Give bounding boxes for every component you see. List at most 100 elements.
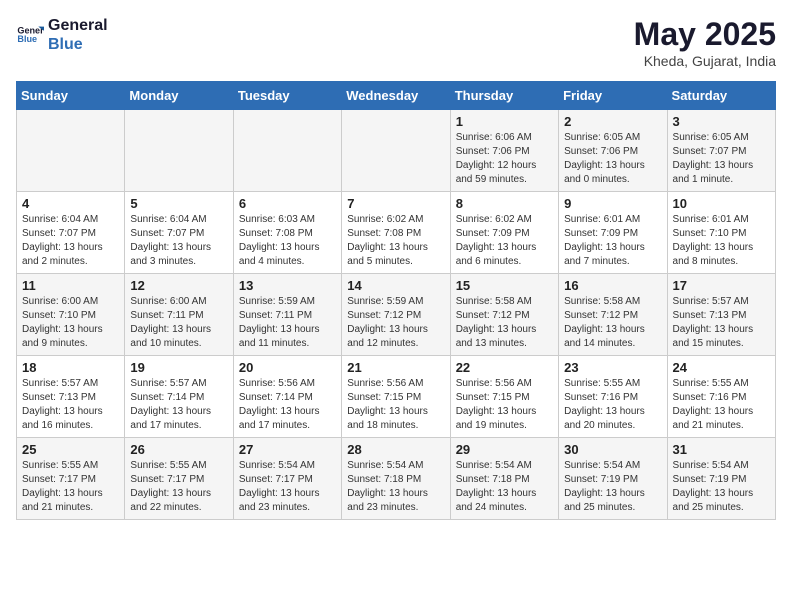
day-number: 5 (130, 196, 227, 211)
calendar-cell: 15 Sunrise: 5:58 AM Sunset: 7:12 PM Dayli… (450, 274, 558, 356)
day-info: Sunrise: 6:02 AM Sunset: 7:09 PM Dayligh… (456, 213, 553, 269)
day-info: Sunrise: 5:56 AM Sunset: 7:14 PM Dayligh… (239, 377, 336, 433)
calendar-cell: 9 Sunrise: 6:01 AM Sunset: 7:09 PM Daylig… (559, 192, 667, 274)
day-info: Sunrise: 6:05 AM Sunset: 7:07 PM Dayligh… (673, 131, 770, 187)
day-info: Sunrise: 5:56 AM Sunset: 7:15 PM Dayligh… (456, 377, 553, 433)
week-row-5: 25Sunrise: 5:55 AM Sunset: 7:17 PM Dayli… (17, 438, 776, 520)
week-row-4: 18 Sunrise: 5:57 AM Sunset: 7:13 PM Dayli… (17, 356, 776, 438)
calendar-cell: 8 Sunrise: 6:02 AM Sunset: 7:09 PM Daylig… (450, 192, 558, 274)
calendar-table: SundayMondayTuesdayWednesdayThursdayFrid… (16, 81, 776, 520)
day-number: 2 (564, 114, 661, 129)
calendar-cell: 17 Sunrise: 5:57 AM Sunset: 7:13 PM Dayli… (667, 274, 775, 356)
day-info: Sunrise: 6:04 AM Sunset: 7:07 PM Dayligh… (130, 213, 227, 269)
calendar-cell: 4 Sunrise: 6:04 AM Sunset: 7:07 PM Daylig… (17, 192, 125, 274)
day-info: Sunrise: 6:00 AM Sunset: 7:11 PM Dayligh… (130, 295, 227, 351)
day-number: 20 (239, 360, 336, 375)
calendar-cell (233, 110, 341, 192)
location: Kheda, Gujarat, India (634, 53, 776, 69)
calendar-cell: 25Sunrise: 5:55 AM Sunset: 7:17 PM Dayli… (17, 438, 125, 520)
day-info: Sunrise: 5:57 AM Sunset: 7:14 PM Dayligh… (130, 377, 227, 433)
day-number: 22 (456, 360, 553, 375)
calendar-cell: 12 Sunrise: 6:00 AM Sunset: 7:11 PM Dayli… (125, 274, 233, 356)
day-info: Sunrise: 5:58 AM Sunset: 7:12 PM Dayligh… (564, 295, 661, 351)
day-info: Sunrise: 5:56 AM Sunset: 7:15 PM Dayligh… (347, 377, 444, 433)
day-number: 28 (347, 442, 444, 457)
day-info: Sunrise: 6:01 AM Sunset: 7:09 PM Dayligh… (564, 213, 661, 269)
logo: General Blue General Blue (16, 16, 108, 54)
calendar-cell: 13Sunrise: 5:59 AM Sunset: 7:11 PM Dayli… (233, 274, 341, 356)
calendar-cell: 3Sunrise: 6:05 AM Sunset: 7:07 PM Daylig… (667, 110, 775, 192)
day-info: Sunrise: 6:04 AM Sunset: 7:07 PM Dayligh… (22, 213, 119, 269)
day-number: 27 (239, 442, 336, 457)
day-info: Sunrise: 6:00 AM Sunset: 7:10 PM Dayligh… (22, 295, 119, 351)
header: General Blue General Blue May 2025 Kheda… (16, 16, 776, 69)
day-info: Sunrise: 5:55 AM Sunset: 7:17 PM Dayligh… (130, 459, 227, 515)
day-info: Sunrise: 5:59 AM Sunset: 7:12 PM Dayligh… (347, 295, 444, 351)
day-info: Sunrise: 5:54 AM Sunset: 7:18 PM Dayligh… (456, 459, 553, 515)
calendar-cell: 7Sunrise: 6:02 AM Sunset: 7:08 PM Daylig… (342, 192, 450, 274)
weekday-header-monday: Monday (125, 82, 233, 110)
month-title: May 2025 (634, 16, 776, 53)
calendar-cell: 27Sunrise: 5:54 AM Sunset: 7:17 PM Dayli… (233, 438, 341, 520)
calendar-cell: 6Sunrise: 6:03 AM Sunset: 7:08 PM Daylig… (233, 192, 341, 274)
title-area: May 2025 Kheda, Gujarat, India (634, 16, 776, 69)
day-info: Sunrise: 5:54 AM Sunset: 7:19 PM Dayligh… (673, 459, 770, 515)
day-number: 11 (22, 278, 119, 293)
logo-general: General (48, 16, 108, 35)
day-number: 19 (130, 360, 227, 375)
calendar-cell (17, 110, 125, 192)
weekday-header-friday: Friday (559, 82, 667, 110)
calendar-cell: 29Sunrise: 5:54 AM Sunset: 7:18 PM Dayli… (450, 438, 558, 520)
calendar-cell: 28Sunrise: 5:54 AM Sunset: 7:18 PM Dayli… (342, 438, 450, 520)
day-info: Sunrise: 6:05 AM Sunset: 7:06 PM Dayligh… (564, 131, 661, 187)
logo-blue: Blue (48, 35, 108, 54)
calendar-cell: 2 Sunrise: 6:05 AM Sunset: 7:06 PM Daylig… (559, 110, 667, 192)
calendar-cell: 23 Sunrise: 5:55 AM Sunset: 7:16 PM Dayli… (559, 356, 667, 438)
calendar-cell (125, 110, 233, 192)
day-number: 16 (564, 278, 661, 293)
calendar-cell: 31 Sunrise: 5:54 AM Sunset: 7:19 PM Dayli… (667, 438, 775, 520)
day-number: 12 (130, 278, 227, 293)
day-number: 6 (239, 196, 336, 211)
weekday-header-thursday: Thursday (450, 82, 558, 110)
day-number: 13 (239, 278, 336, 293)
calendar-cell: 19 Sunrise: 5:57 AM Sunset: 7:14 PM Dayli… (125, 356, 233, 438)
weekday-header-tuesday: Tuesday (233, 82, 341, 110)
day-info: Sunrise: 5:57 AM Sunset: 7:13 PM Dayligh… (673, 295, 770, 351)
day-number: 24 (673, 360, 770, 375)
day-info: Sunrise: 5:55 AM Sunset: 7:17 PM Dayligh… (22, 459, 119, 515)
day-number: 8 (456, 196, 553, 211)
calendar-cell: 22 Sunrise: 5:56 AM Sunset: 7:15 PM Dayli… (450, 356, 558, 438)
day-number: 18 (22, 360, 119, 375)
day-number: 17 (673, 278, 770, 293)
calendar-cell: 20 Sunrise: 5:56 AM Sunset: 7:14 PM Dayli… (233, 356, 341, 438)
day-info: Sunrise: 6:02 AM Sunset: 7:08 PM Dayligh… (347, 213, 444, 269)
calendar-cell: 24Sunrise: 5:55 AM Sunset: 7:16 PM Dayli… (667, 356, 775, 438)
logo-icon: General Blue (16, 21, 44, 49)
day-info: Sunrise: 6:01 AM Sunset: 7:10 PM Dayligh… (673, 213, 770, 269)
calendar-cell: 1Sunrise: 6:06 AM Sunset: 7:06 PM Daylig… (450, 110, 558, 192)
day-info: Sunrise: 5:58 AM Sunset: 7:12 PM Dayligh… (456, 295, 553, 351)
week-row-3: 11 Sunrise: 6:00 AM Sunset: 7:10 PM Dayli… (17, 274, 776, 356)
weekday-header-row: SundayMondayTuesdayWednesdayThursdayFrid… (17, 82, 776, 110)
calendar-cell: 16 Sunrise: 5:58 AM Sunset: 7:12 PM Dayli… (559, 274, 667, 356)
day-info: Sunrise: 5:54 AM Sunset: 7:19 PM Dayligh… (564, 459, 661, 515)
day-info: Sunrise: 5:55 AM Sunset: 7:16 PM Dayligh… (564, 377, 661, 433)
day-info: Sunrise: 5:57 AM Sunset: 7:13 PM Dayligh… (22, 377, 119, 433)
weekday-header-saturday: Saturday (667, 82, 775, 110)
calendar-cell: 10Sunrise: 6:01 AM Sunset: 7:10 PM Dayli… (667, 192, 775, 274)
calendar-cell: 5 Sunrise: 6:04 AM Sunset: 7:07 PM Daylig… (125, 192, 233, 274)
day-info: Sunrise: 6:06 AM Sunset: 7:06 PM Dayligh… (456, 131, 553, 187)
calendar-cell: 21 Sunrise: 5:56 AM Sunset: 7:15 PM Dayli… (342, 356, 450, 438)
day-number: 26 (130, 442, 227, 457)
calendar-cell: 11 Sunrise: 6:00 AM Sunset: 7:10 PM Dayli… (17, 274, 125, 356)
day-number: 21 (347, 360, 444, 375)
day-number: 23 (564, 360, 661, 375)
calendar-cell: 26 Sunrise: 5:55 AM Sunset: 7:17 PM Dayli… (125, 438, 233, 520)
day-number: 31 (673, 442, 770, 457)
day-number: 4 (22, 196, 119, 211)
day-number: 9 (564, 196, 661, 211)
calendar-cell (342, 110, 450, 192)
weekday-header-wednesday: Wednesday (342, 82, 450, 110)
day-number: 15 (456, 278, 553, 293)
